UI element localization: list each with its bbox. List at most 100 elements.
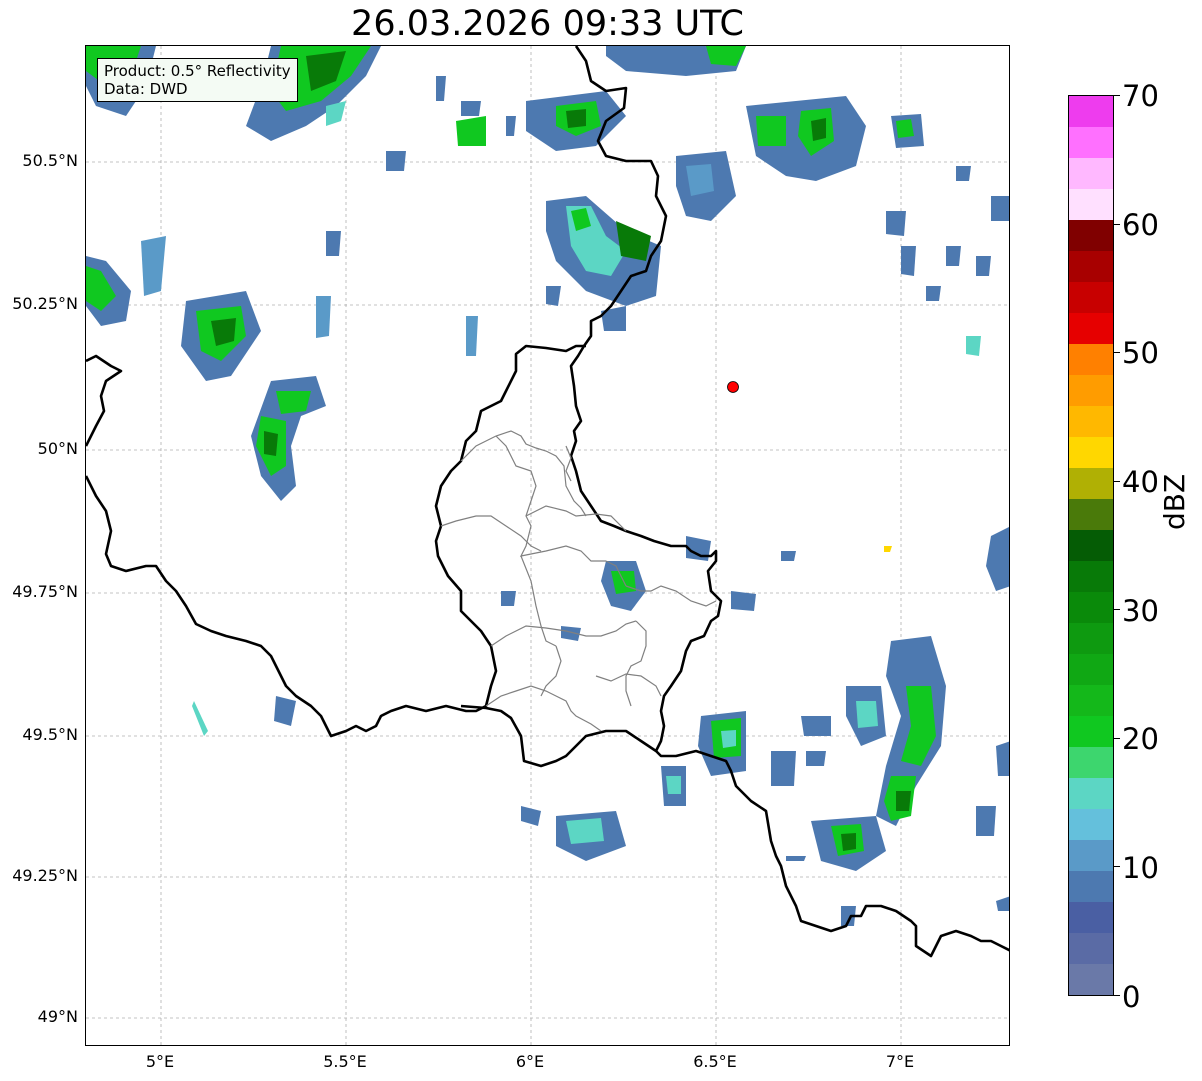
echo-cell (786, 856, 806, 861)
colorbar-segment (1069, 343, 1113, 375)
map-canvas (86, 46, 1009, 1045)
colorbar-segment (1069, 126, 1113, 158)
echo-cell (501, 591, 516, 606)
colorbar-segment (1069, 219, 1113, 251)
echo-cell (991, 196, 1009, 221)
colorbar-segment (1069, 746, 1113, 778)
colorbar-segment (1069, 405, 1113, 437)
echo-cell (966, 336, 981, 356)
echo-cell (946, 246, 961, 266)
product-label: Product: 0.5° Reflectivity (104, 62, 291, 80)
colorbar-tick (1114, 995, 1120, 996)
echo-cell (466, 316, 478, 356)
echo-cell (956, 166, 971, 181)
echo-cell (901, 246, 916, 276)
colorbar-tick (1114, 95, 1120, 96)
echo-cell (986, 527, 1009, 591)
echo-cell (601, 306, 626, 331)
product-info-box: Product: 0.5° Reflectivity Data: DWD (97, 58, 298, 102)
colorbar-segment (1069, 839, 1113, 871)
echo-cell (192, 701, 208, 736)
colorbar-tick (1114, 609, 1120, 611)
echo-cell (326, 231, 341, 256)
colorbar (1068, 95, 1114, 996)
radar-site-marker (727, 381, 739, 393)
colorbar-segment (1069, 250, 1113, 282)
echo-cell (996, 741, 1009, 776)
colorbar-segment (1069, 467, 1113, 499)
echo-cell (884, 546, 892, 552)
colorbar-tick (1114, 480, 1120, 482)
radar-echoes (86, 46, 1009, 926)
colorbar-segment (1069, 560, 1113, 592)
lat-label: 49.75°N (12, 582, 78, 601)
colorbar-segment (1069, 96, 1113, 127)
echo-cell (806, 751, 826, 766)
echo-cell (686, 164, 714, 196)
colorbar-segment (1069, 591, 1113, 623)
colorbar-tick-label: 30 (1122, 594, 1159, 628)
lat-label: 49.25°N (12, 866, 78, 885)
colorbar-tick-label: 0 (1122, 980, 1141, 1014)
colorbar-segment (1069, 715, 1113, 747)
radar-map[interactable] (85, 45, 1010, 1046)
colorbar-segment (1069, 622, 1113, 654)
echo-cell (996, 896, 1009, 911)
echo-cell (811, 118, 826, 141)
echo-cell (276, 391, 311, 414)
colorbar-tick (1114, 737, 1120, 739)
graticule (86, 46, 1009, 1045)
echo-cell (771, 751, 796, 786)
colorbar-segment (1069, 529, 1113, 561)
colorbar-tick-label: 20 (1122, 722, 1159, 756)
colorbar-tick (1114, 352, 1120, 354)
colorbar-tick-label: 40 (1122, 465, 1159, 499)
colorbar-tick-label: 50 (1122, 336, 1159, 370)
lat-label: 50.25°N (12, 294, 78, 313)
lon-label: 7°E (885, 1052, 915, 1071)
echo-cell (706, 46, 746, 66)
echo-cell (461, 101, 481, 116)
colorbar-segment (1069, 932, 1113, 964)
echo-cell (926, 286, 941, 301)
colorbar-segment (1069, 498, 1113, 530)
lon-label: 5°E (145, 1052, 175, 1071)
colorbar-tick (1114, 866, 1120, 868)
colorbar-segment (1069, 777, 1113, 809)
lat-label: 50°N (37, 439, 78, 458)
colorbar-segment (1069, 157, 1113, 189)
colorbar-tick (1114, 223, 1120, 225)
colorbar-tick-label: 60 (1122, 208, 1159, 242)
map-title: 26.03.2026 09:33 UTC (351, 4, 744, 44)
colorbar-segment (1069, 901, 1113, 933)
echo-cell (896, 791, 911, 811)
echo-cell (386, 151, 406, 171)
echo-cell (521, 806, 541, 826)
echo-cell (886, 211, 906, 236)
echo-cell (801, 716, 831, 736)
colorbar-tick-label: 70 (1122, 79, 1159, 113)
colorbar-tick-label: 10 (1122, 851, 1159, 885)
echo-cell (436, 76, 446, 101)
echo-cell (264, 431, 278, 456)
colorbar-segment (1069, 808, 1113, 840)
colorbar-segment (1069, 281, 1113, 313)
echo-cell (781, 551, 796, 561)
echo-cell (616, 221, 651, 261)
echo-cell (976, 256, 991, 276)
lat-label: 49°N (37, 1007, 78, 1026)
lon-label: 6°E (515, 1052, 545, 1071)
echo-cell (566, 818, 604, 844)
echo-cell (721, 730, 736, 748)
colorbar-segment (1069, 684, 1113, 716)
lat-label: 50.5°N (22, 151, 78, 170)
echo-cell (841, 833, 856, 851)
lon-label: 6.5°E (693, 1052, 737, 1071)
colorbar-segment (1069, 436, 1113, 468)
echo-cell (456, 116, 486, 146)
lat-label: 49.5°N (22, 725, 78, 744)
echo-cell (566, 109, 586, 128)
echo-cell (141, 236, 166, 296)
colorbar-segment (1069, 312, 1113, 344)
echo-cell (506, 116, 516, 136)
